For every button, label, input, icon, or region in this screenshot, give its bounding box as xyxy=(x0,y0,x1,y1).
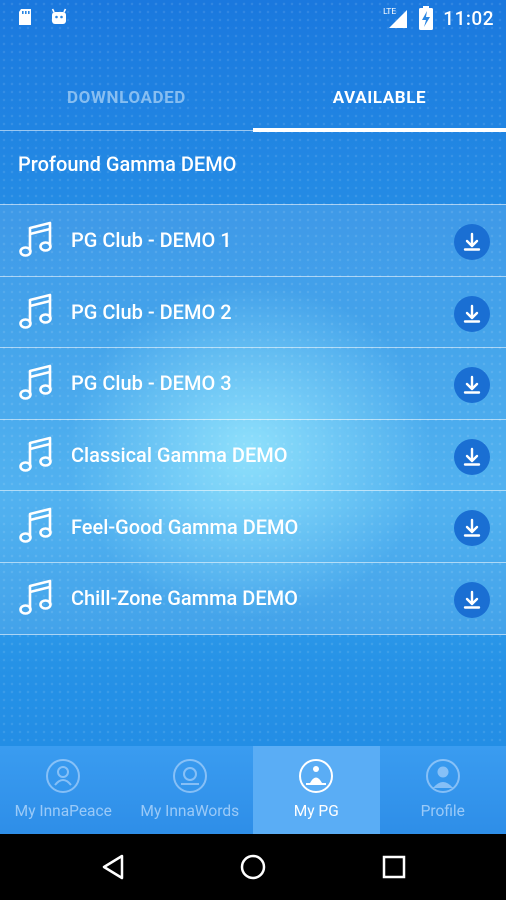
lte-signal-icon: LTE xyxy=(383,7,408,28)
nav-label: My InnaWords xyxy=(140,802,240,820)
music-note-icon xyxy=(19,436,52,472)
download-icon xyxy=(463,304,481,323)
download-button[interactable] xyxy=(454,224,490,260)
nav-label: My InnaPeace xyxy=(14,802,112,820)
home-icon[interactable] xyxy=(238,852,268,882)
recents-icon[interactable] xyxy=(379,852,409,882)
download-icon xyxy=(463,447,481,466)
list-item[interactable]: PG Club - DEMO 2 xyxy=(0,276,506,349)
music-note-icon xyxy=(19,364,52,400)
nav-label: My PG xyxy=(293,802,339,820)
download-icon xyxy=(463,590,481,609)
track-title: Classical Gamma DEMO xyxy=(71,443,288,468)
screen: LTE 11:02 DOWNLOADED AVAILABLE Profound … xyxy=(0,0,506,900)
track-title: Chill-Zone Gamma DEMO xyxy=(71,586,298,611)
list-item[interactable]: PG Club - DEMO 1 xyxy=(0,205,506,277)
download-icon xyxy=(463,232,481,251)
tab-downloaded[interactable]: DOWNLOADED xyxy=(0,64,253,132)
svg-text:LTE: LTE xyxy=(383,7,396,16)
profile-icon xyxy=(425,759,460,793)
list-item[interactable]: PG Club - DEMO 3 xyxy=(0,348,506,420)
back-icon[interactable] xyxy=(98,852,128,882)
list-item[interactable]: Feel-Good Gamma DEMO xyxy=(0,491,506,563)
sd-card-icon xyxy=(19,9,31,25)
download-button[interactable] xyxy=(454,581,490,618)
tab-bar: DOWNLOADED AVAILABLE xyxy=(0,64,506,132)
nav-my-innawords[interactable]: My InnaWords xyxy=(127,746,254,834)
track-list: PG Club - DEMO 1 PG Club - DEMO 2 PG Clu… xyxy=(0,205,506,635)
music-note-icon xyxy=(19,508,52,544)
nav-profile[interactable]: Profile xyxy=(380,746,506,834)
download-icon xyxy=(463,375,481,394)
battery-charging-icon xyxy=(419,6,434,30)
android-icon xyxy=(51,8,67,24)
track-title: PG Club - DEMO 2 xyxy=(71,299,232,324)
track-title: Feel-Good Gamma DEMO xyxy=(71,514,299,539)
clock: 11:02 xyxy=(443,6,494,30)
list-item[interactable]: Chill-Zone Gamma DEMO xyxy=(0,562,506,635)
nav-my-innapeace[interactable]: My InnaPeace xyxy=(0,746,127,834)
download-button[interactable] xyxy=(454,295,490,332)
system-nav-bar xyxy=(0,834,506,900)
music-note-icon xyxy=(19,579,52,615)
track-title: PG Club - DEMO 1 xyxy=(71,228,232,253)
download-button[interactable] xyxy=(454,510,490,547)
download-icon xyxy=(463,519,481,538)
meditation-icon xyxy=(299,759,334,793)
tabs-divider xyxy=(0,130,506,131)
status-bar: LTE 11:02 xyxy=(0,0,506,36)
download-button[interactable] xyxy=(454,367,490,404)
innapeace-icon xyxy=(46,759,81,793)
innawords-icon xyxy=(172,759,207,793)
tab-available[interactable]: AVAILABLE xyxy=(253,64,506,132)
list-item[interactable]: Classical Gamma DEMO xyxy=(0,419,506,492)
nav-my-pg[interactable]: My PG xyxy=(253,746,380,834)
bottom-nav: My InnaPeace My InnaWords My PG Profile xyxy=(0,746,506,834)
download-button[interactable] xyxy=(454,438,490,475)
track-title: PG Club - DEMO 3 xyxy=(71,371,232,396)
nav-label: Profile xyxy=(420,802,465,820)
section-title: Profound Gamma DEMO xyxy=(18,152,237,176)
music-note-icon xyxy=(19,293,52,329)
music-note-icon xyxy=(19,221,52,257)
